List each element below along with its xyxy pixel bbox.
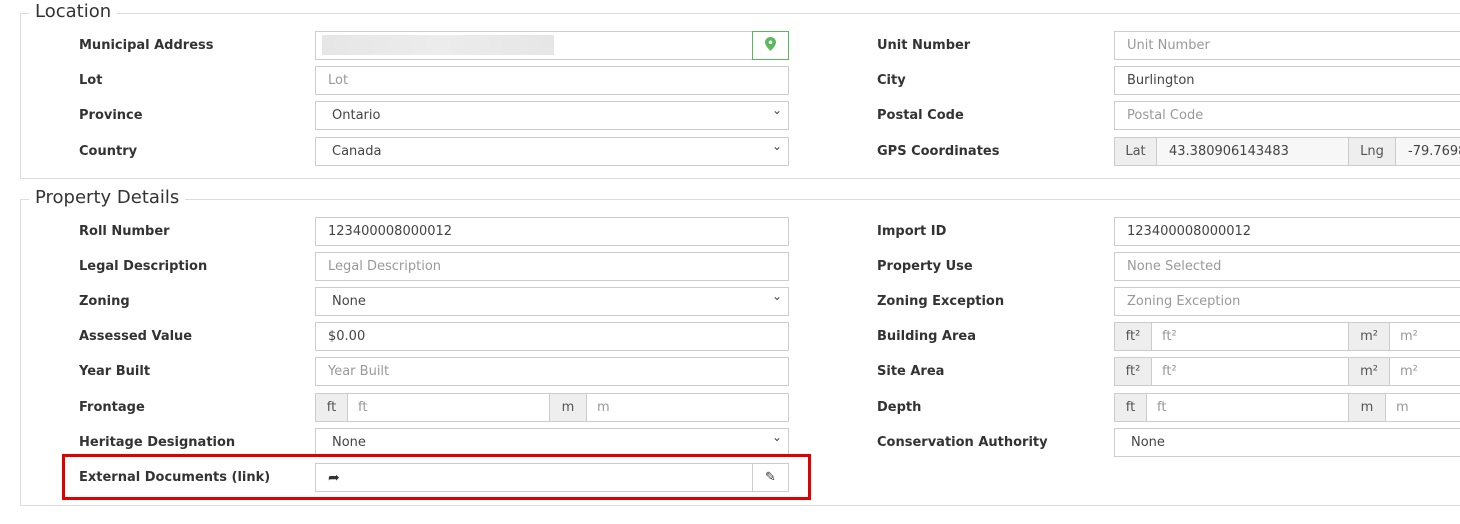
zoning-exception-label: Zoning Exception xyxy=(877,294,1005,309)
site-area-addon: ft² xyxy=(1115,358,1152,385)
lot-label: Lot xyxy=(79,73,103,88)
site-area-input[interactable]: ft² xyxy=(1152,358,1349,385)
assessed-value-field[interactable]: $0.00 xyxy=(315,322,789,351)
chevron-down-icon: ⌄ xyxy=(771,289,782,303)
section-title: Location xyxy=(29,1,118,22)
zoning-select[interactable]: None ⌄ xyxy=(315,287,789,316)
import-id-label: Import ID xyxy=(877,224,947,239)
conservation-authority-value: None xyxy=(1131,435,1165,450)
frontage-label: Frontage xyxy=(79,400,145,415)
chevron-down-icon: ⌄ xyxy=(771,430,782,444)
legal-description-text: Legal Description xyxy=(328,259,442,274)
site-area-label: Site Area xyxy=(877,364,945,379)
unit-number-label: Unit Number xyxy=(877,38,971,53)
building-area-field[interactable]: ft² ft² m² m² xyxy=(1114,322,1460,351)
map-pin-icon xyxy=(765,36,776,55)
province-select[interactable]: Ontario ⌄ xyxy=(315,101,789,130)
roll-number-field[interactable]: 123400008000012 xyxy=(315,217,789,246)
import-id-field[interactable]: 123400008000012 xyxy=(1114,217,1460,246)
postal-code-text: Postal Code xyxy=(1127,108,1204,123)
gps-coordinates-addon: Lng xyxy=(1349,138,1396,165)
unit-number-field[interactable]: Unit Number xyxy=(1114,31,1460,60)
lot-field[interactable]: Lot xyxy=(315,66,789,95)
assessed-value-text: $0.00 xyxy=(328,329,366,344)
gps-coordinates-input[interactable]: 43.380906143483 xyxy=(1157,138,1349,165)
chevron-down-icon: ⌄ xyxy=(771,139,782,153)
locate-button[interactable] xyxy=(752,31,789,60)
depth-label: Depth xyxy=(877,400,922,415)
country-value: Canada xyxy=(332,144,382,159)
frontage-addon: m xyxy=(550,394,587,421)
frontage-input[interactable]: ft xyxy=(348,394,550,421)
building-area-label: Building Area xyxy=(877,329,976,344)
depth-input[interactable]: m xyxy=(1386,394,1460,421)
conservation-authority-label: Conservation Authority xyxy=(877,435,1048,450)
building-area-addon: ft² xyxy=(1115,323,1152,350)
lot-text: Lot xyxy=(328,73,349,88)
heritage-designation-select[interactable]: None ⌄ xyxy=(315,428,789,457)
site-area-field[interactable]: ft² ft² m² m² xyxy=(1114,357,1460,386)
depth-addon: ft xyxy=(1115,394,1147,421)
site-area-input[interactable]: m² xyxy=(1390,358,1460,385)
redacted-address xyxy=(322,35,554,55)
conservation-authority-select[interactable]: None⌄ xyxy=(1114,428,1460,457)
building-area-addon: m² xyxy=(1349,323,1390,350)
year-built-field[interactable]: Year Built xyxy=(315,357,789,386)
gps-coordinates-label: GPS Coordinates xyxy=(877,144,1000,159)
property-use-label: Property Use xyxy=(877,259,973,274)
building-area-input[interactable]: ft² xyxy=(1152,323,1349,350)
year-built-label: Year Built xyxy=(79,364,151,379)
depth-input[interactable]: ft xyxy=(1147,394,1349,421)
site-area-addon: m² xyxy=(1349,358,1390,385)
property-use-text: None Selected xyxy=(1127,259,1222,274)
roll-number-text: 123400008000012 xyxy=(328,224,453,239)
building-area-input[interactable]: m² xyxy=(1390,323,1460,350)
legal-description-label: Legal Description xyxy=(79,259,208,274)
postal-code-field[interactable]: Postal Code xyxy=(1114,101,1460,130)
section-title: Property Details xyxy=(29,187,186,208)
legal-description-field[interactable]: Legal Description xyxy=(315,252,789,281)
heritage-designation-label: Heritage Designation xyxy=(79,435,236,450)
country-label: Country xyxy=(79,144,138,159)
zoning-exception-field[interactable]: Zoning Exception xyxy=(1114,287,1460,316)
unit-number-text: Unit Number xyxy=(1127,38,1210,53)
postal-code-label: Postal Code xyxy=(877,108,964,123)
gps-coordinates-addon: Lat xyxy=(1115,138,1157,165)
zoning-label: Zoning xyxy=(79,294,130,309)
import-id-text: 123400008000012 xyxy=(1127,224,1252,239)
property-use-field[interactable]: None Selected xyxy=(1114,252,1460,281)
municipal-address-field[interactable] xyxy=(315,31,789,60)
city-label: City xyxy=(877,73,906,88)
frontage-input[interactable]: m xyxy=(587,394,788,421)
assessed-value-label: Assessed Value xyxy=(79,329,193,344)
highlight-box xyxy=(62,454,811,500)
depth-field[interactable]: ft ft m m xyxy=(1114,393,1460,422)
depth-addon: m xyxy=(1349,394,1386,421)
province-value: Ontario xyxy=(332,108,381,123)
province-label: Province xyxy=(79,108,143,123)
frontage-field[interactable]: ft ft m m xyxy=(315,393,789,422)
gps-coordinates-field[interactable]: Lat43.380906143483Lng-79.7698 xyxy=(1114,137,1460,166)
zoning-value: None xyxy=(332,294,366,309)
city-field[interactable]: Burlington xyxy=(1114,66,1460,95)
gps-coordinates-input[interactable]: -79.7698 xyxy=(1396,138,1460,165)
municipal-address-label: Municipal Address xyxy=(79,38,214,53)
roll-number-label: Roll Number xyxy=(79,224,170,239)
city-text: Burlington xyxy=(1127,73,1195,88)
chevron-down-icon: ⌄ xyxy=(771,103,782,117)
frontage-addon: ft xyxy=(316,394,348,421)
heritage-designation-value: None xyxy=(332,435,366,450)
country-select[interactable]: Canada ⌄ xyxy=(315,137,789,166)
zoning-exception-text: Zoning Exception xyxy=(1127,294,1241,309)
year-built-text: Year Built xyxy=(328,364,390,379)
